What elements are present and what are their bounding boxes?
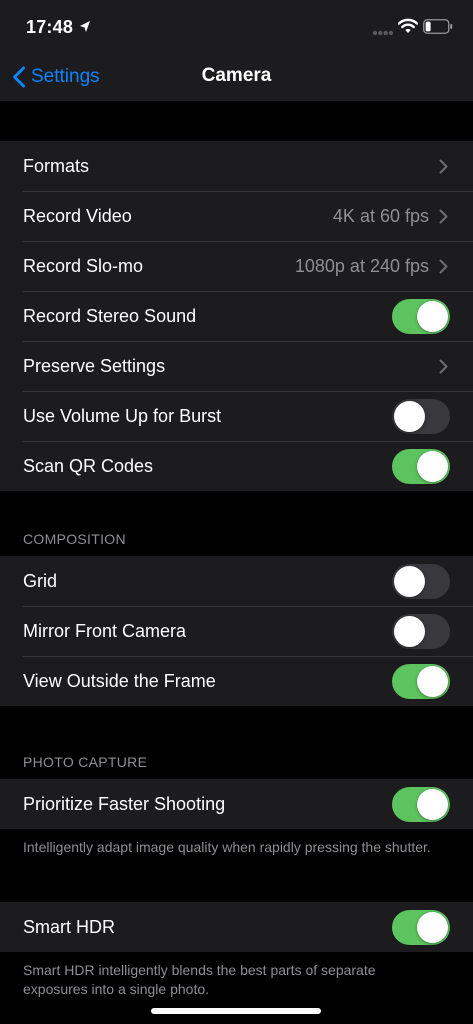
row-label: Prioritize Faster Shooting — [23, 793, 226, 814]
volume-up-burst-toggle[interactable] — [392, 398, 450, 434]
row-smart-hdr: Smart HDR — [0, 902, 473, 952]
row-scan-qr-codes: Scan QR Codes — [0, 441, 473, 491]
wifi-icon — [398, 18, 418, 33]
row-view-outside-the-frame: View Outside the Frame — [0, 656, 473, 706]
row-formats[interactable]: Formats — [0, 141, 473, 191]
mirror-front-camera-toggle[interactable] — [392, 613, 450, 649]
row-record-stereo-sound: Record Stereo Sound — [0, 291, 473, 341]
row-label: Formats — [23, 155, 90, 176]
navigation-bar: Settings Camera — [0, 54, 473, 101]
scan-qr-codes-toggle[interactable] — [392, 448, 450, 484]
row-label: Record Stereo Sound — [23, 305, 197, 326]
row-use-volume-up-for-burst: Use Volume Up for Burst — [0, 391, 473, 441]
row-grid: Grid — [0, 556, 473, 606]
chevron-right-icon — [439, 159, 448, 173]
battery-icon — [423, 19, 453, 34]
toggle-knob — [417, 665, 448, 697]
smart-hdr-group: Smart HDR — [0, 902, 473, 952]
cellular-signal-icon — [372, 30, 394, 36]
smart-hdr-footer-text: Smart HDR intelligently blends the best … — [23, 962, 376, 997]
location-arrow-icon — [80, 21, 90, 32]
row-label: Use Volume Up for Burst — [23, 405, 222, 426]
smart-hdr-toggle[interactable] — [392, 909, 450, 945]
status-time: 17:48 — [26, 17, 74, 37]
record-stereo-sound-toggle[interactable] — [392, 298, 450, 334]
row-mirror-front-camera: Mirror Front Camera — [0, 606, 473, 656]
row-label: Smart HDR — [23, 916, 116, 937]
home-indicator[interactable] — [151, 1008, 321, 1014]
grid-toggle[interactable] — [392, 563, 450, 599]
toggle-knob — [417, 300, 448, 332]
row-label: Record Video — [23, 205, 132, 226]
row-preserve-settings[interactable]: Preserve Settings — [0, 341, 473, 391]
row-value: 1080p at 240 fps — [294, 255, 429, 276]
row-record-slo-mo[interactable]: Record Slo-mo 1080p at 240 fps — [0, 241, 473, 291]
toggle-knob — [394, 565, 425, 597]
toggle-knob — [394, 615, 425, 647]
row-value: 4K at 60 fps — [332, 205, 429, 226]
row-label: Grid — [23, 570, 58, 591]
row-label: Preserve Settings — [23, 355, 166, 376]
page-title: Camera — [201, 65, 272, 86]
chevron-right-icon — [439, 259, 448, 273]
photo-capture-group: Prioritize Faster Shooting — [0, 779, 473, 829]
toggle-knob — [394, 400, 425, 432]
camera-settings-group: Formats Record Video 4K at 60 fps Record… — [0, 141, 473, 491]
chevron-right-icon — [439, 209, 448, 223]
row-label: Mirror Front Camera — [23, 620, 187, 641]
chevron-right-icon — [439, 359, 448, 373]
row-record-video[interactable]: Record Video 4K at 60 fps — [0, 191, 473, 241]
prioritize-footer-text: Intelligently adapt image quality when r… — [23, 839, 431, 855]
view-outside-frame-toggle[interactable] — [392, 663, 450, 699]
status-bar: 17:48 — [0, 0, 473, 54]
composition-group: Grid Mirror Front Camera View Outside th… — [0, 556, 473, 706]
row-label: Scan QR Codes — [23, 455, 154, 476]
row-label: Record Slo-mo — [23, 255, 144, 276]
section-header-composition: COMPOSITION — [23, 531, 126, 547]
row-label: View Outside the Frame — [23, 670, 216, 691]
prioritize-faster-shooting-toggle[interactable] — [392, 786, 450, 822]
row-prioritize-faster-shooting: Prioritize Faster Shooting — [0, 779, 473, 829]
toggle-knob — [417, 450, 448, 482]
toggle-knob — [417, 788, 448, 820]
section-header-photo-capture: PHOTO CAPTURE — [23, 754, 148, 770]
toggle-knob — [417, 911, 448, 943]
